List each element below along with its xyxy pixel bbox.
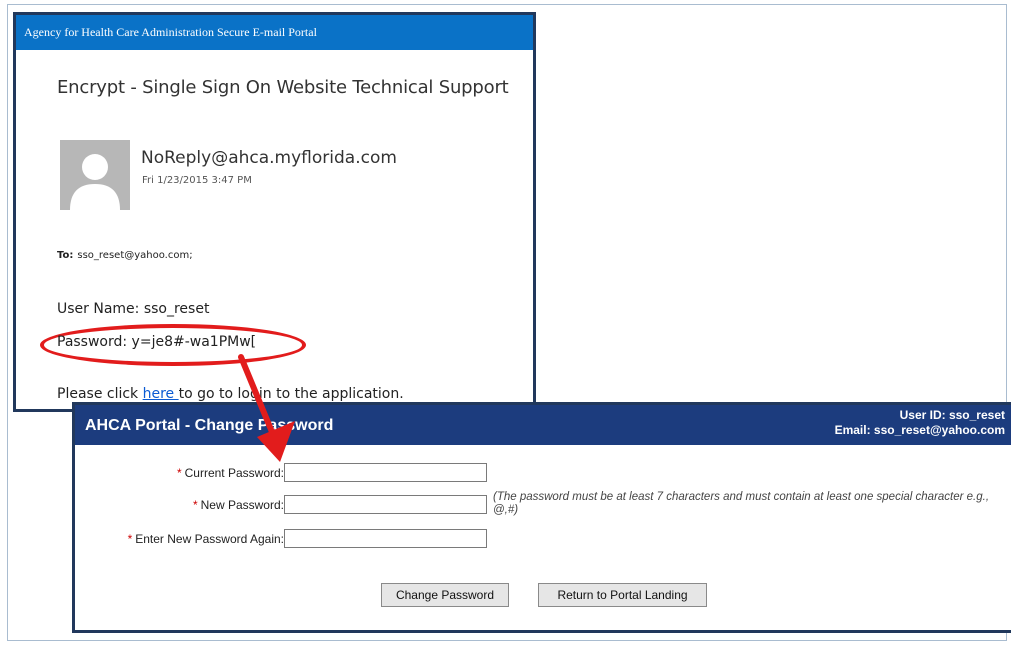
to-address: sso_reset@yahoo.com; [77,250,193,261]
required-marker: * [176,466,182,480]
confirm-password-label-text: Enter New Password Again: [135,532,284,546]
confirm-password-label: * Enter New Password Again: [128,532,284,546]
password-requirements-hint: (The password must be at least 7 charact… [493,491,990,516]
new-password-label: * New Password: [193,498,284,512]
current-password-input[interactable] [284,463,487,482]
click-prefix: Please click [57,386,143,402]
return-to-portal-button[interactable]: Return to Portal Landing [538,583,707,607]
click-suffix: to go to login to the application. [178,386,404,402]
email-window: Agency for Health Care Administration Se… [13,12,536,412]
change-password-header: AHCA Portal - Change Password User ID: s… [75,405,1011,445]
current-password-label-text: Current Password: [184,466,284,480]
sent-timestamp: Fri 1/23/2015 3:47 PM [142,175,252,186]
sender-address: NoReply@ahca.myflorida.com [141,148,397,168]
page-title: AHCA Portal - Change Password [85,417,334,434]
user-info: User ID: sso_reset Email: sso_reset@yaho… [835,408,1005,438]
change-password-button[interactable]: Change Password [381,583,509,607]
required-marker: * [192,498,198,512]
username-line: User Name: sso_reset [57,301,210,317]
recipient-line: To: sso_reset@yahoo.com; [57,250,193,261]
required-marker: * [127,532,133,546]
sender-avatar-icon [60,140,130,210]
confirm-password-row: * Enter New Password Again: [75,529,1011,551]
new-password-input[interactable] [284,495,487,514]
email-subject: Encrypt - Single Sign On Website Technic… [57,77,509,98]
portal-header: Agency for Health Care Administration Se… [16,15,533,50]
confirm-password-input[interactable] [284,529,487,548]
new-password-label-text: New Password: [200,498,284,512]
current-password-row: * Current Password: [75,463,1011,485]
login-instruction: Please click here to go to login to the … [57,386,404,402]
user-id: User ID: sso_reset [899,408,1005,422]
user-email: Email: sso_reset@yahoo.com [834,423,1005,437]
password-line: Password: y=je8#-wa1PMw[ [57,334,257,350]
current-password-label: * Current Password: [177,466,284,480]
change-password-window: AHCA Portal - Change Password User ID: s… [72,402,1011,633]
to-label: To: [57,250,74,261]
login-link[interactable]: here [143,386,179,402]
